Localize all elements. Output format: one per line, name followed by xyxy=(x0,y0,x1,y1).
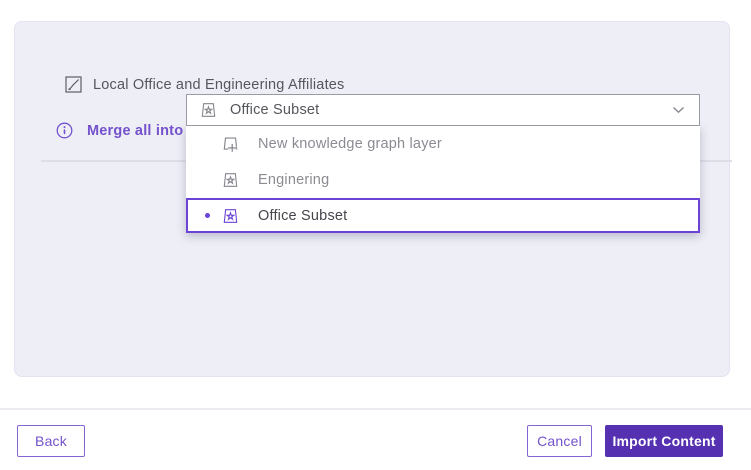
source-layer-row: Local Office and Engineering Affiliates xyxy=(65,76,345,93)
dropdown-option-office-subset[interactable]: Office Subset xyxy=(186,198,700,233)
dropdown-option-new-knowledge-graph-layer[interactable]: New knowledge graph layer xyxy=(186,126,700,162)
knowledge-graph-layer-icon xyxy=(221,207,240,225)
dropdown-option-enginering[interactable]: Enginering xyxy=(186,162,700,198)
new-knowledge-graph-layer-icon xyxy=(221,135,240,154)
map-layer-sketch-icon xyxy=(65,76,82,93)
merge-target-dropdown-menu: New knowledge graph layer Enginering Off… xyxy=(186,126,700,233)
cancel-button[interactable]: Cancel xyxy=(527,425,592,457)
option-label: New knowledge graph layer xyxy=(258,136,442,152)
merge-target-row: Merge all into xyxy=(56,122,183,139)
import-content-button[interactable]: Import Content xyxy=(605,425,723,457)
info-icon xyxy=(56,122,73,139)
merge-target-select[interactable]: Office Subset xyxy=(186,94,700,126)
option-label: Enginering xyxy=(258,172,329,188)
source-layer-label: Local Office and Engineering Affiliates xyxy=(93,77,345,93)
back-button[interactable]: Back xyxy=(17,425,85,457)
knowledge-graph-layer-icon xyxy=(199,101,218,119)
merge-all-into-label: Merge all into xyxy=(87,123,183,139)
option-label: Office Subset xyxy=(258,208,347,224)
chevron-down-icon xyxy=(672,106,685,114)
footer-divider xyxy=(0,408,751,410)
knowledge-graph-layer-icon xyxy=(221,171,240,189)
selected-bullet-icon xyxy=(205,213,210,218)
select-value: Office Subset xyxy=(230,102,660,118)
